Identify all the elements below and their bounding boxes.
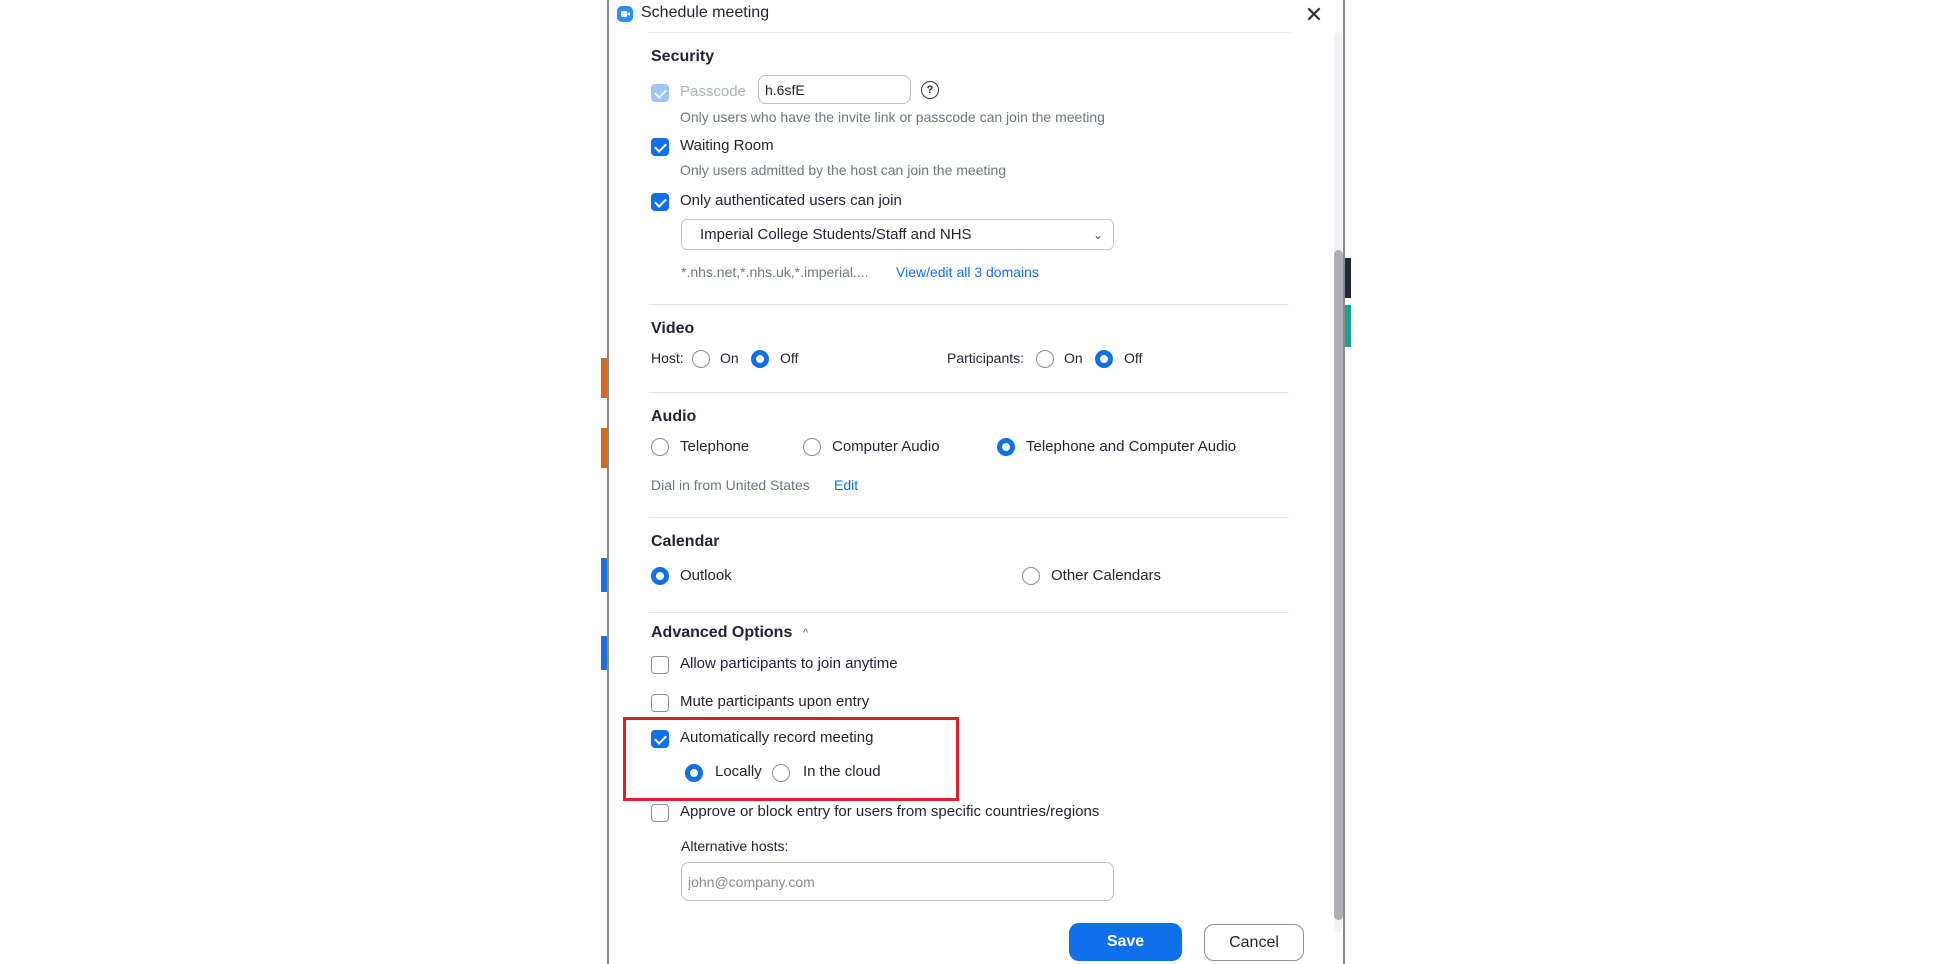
host-video-on-label: On — [720, 350, 739, 366]
host-video-label: Host: — [651, 350, 684, 366]
domains-text: *.nhs.net,*.nhs.uk,*.imperial.... — [681, 264, 869, 280]
audio-both-label: Telephone and Computer Audio — [1026, 438, 1237, 455]
alternative-hosts-input[interactable] — [681, 862, 1114, 901]
view-edit-domains-link[interactable]: View/edit all 3 domains — [896, 264, 1039, 280]
calendar-outlook-radio[interactable] — [651, 567, 669, 585]
record-cloud-radio[interactable] — [772, 764, 790, 782]
host-video-off-label: Off — [780, 350, 799, 366]
chevron-down-icon: ⌄ — [1092, 228, 1103, 242]
alternative-hosts-label: Alternative hosts: — [681, 838, 789, 854]
auto-record-label: Automatically record meeting — [680, 729, 874, 746]
chevron-up-icon[interactable]: ^ — [803, 627, 808, 639]
participants-video-label: Participants: — [947, 350, 1025, 366]
audio-computer-radio[interactable] — [803, 438, 821, 456]
participants-video-off-label: Off — [1124, 350, 1143, 366]
participants-video-off-radio[interactable] — [1095, 350, 1113, 368]
participants-video-on-label: On — [1064, 350, 1083, 366]
cancel-button[interactable]: Cancel — [1204, 924, 1304, 961]
background-window-strip — [1345, 305, 1351, 347]
scrollbar-thumb[interactable] — [1334, 250, 1343, 920]
calendar-other-label: Other Calendars — [1051, 567, 1162, 584]
waiting-room-label: Waiting Room — [680, 137, 774, 154]
audio-computer-label: Computer Audio — [832, 438, 940, 455]
host-video-on-radio[interactable] — [692, 350, 710, 368]
calendar-other-radio[interactable] — [1022, 567, 1040, 585]
authentication-profile-value: Imperial College Students/Staff and NHS — [700, 226, 972, 243]
allow-join-anytime-label: Allow participants to join anytime — [680, 655, 898, 672]
save-button[interactable]: Save — [1069, 923, 1182, 961]
authenticated-users-checkbox[interactable] — [651, 193, 669, 211]
security-heading: Security — [651, 48, 715, 65]
record-locally-label: Locally — [715, 763, 762, 780]
waiting-room-hint: Only users admitted by the host can join… — [680, 162, 1007, 178]
section-divider — [649, 392, 1289, 393]
mute-on-entry-checkbox[interactable] — [651, 694, 669, 712]
advanced-options-heading[interactable]: Advanced Options — [651, 624, 792, 642]
section-divider — [649, 517, 1289, 518]
allow-join-anytime-checkbox[interactable] — [651, 656, 669, 674]
zoom-camera-icon — [617, 6, 633, 22]
schedule-meeting-dialog: Schedule meeting ✕ Security Passcode ? O… — [607, 0, 1345, 964]
passcode-input[interactable] — [758, 75, 911, 104]
audio-telephone-label: Telephone — [680, 438, 750, 455]
mute-on-entry-label: Mute participants upon entry — [680, 693, 870, 710]
window-title: Schedule meeting — [641, 4, 770, 21]
record-locally-radio[interactable] — [685, 764, 703, 782]
video-heading: Video — [651, 320, 695, 337]
passcode-checkbox[interactable] — [651, 84, 669, 102]
audio-telephone-radio[interactable] — [651, 438, 669, 456]
dial-in-text: Dial in from United States — [651, 477, 810, 493]
auto-record-checkbox[interactable] — [651, 730, 669, 748]
calendar-outlook-label: Outlook — [680, 567, 732, 584]
passcode-label: Passcode — [680, 83, 746, 100]
close-icon[interactable]: ✕ — [1301, 2, 1327, 28]
header-divider — [649, 32, 1293, 33]
dial-in-edit-link[interactable]: Edit — [834, 477, 858, 493]
section-divider — [649, 612, 1289, 613]
participants-video-on-radio[interactable] — [1036, 350, 1054, 368]
passcode-hint: Only users who have the invite link or p… — [680, 109, 1105, 125]
approve-block-countries-checkbox[interactable] — [651, 804, 669, 822]
waiting-room-checkbox[interactable] — [651, 138, 669, 156]
record-cloud-label: In the cloud — [803, 763, 881, 780]
authenticated-users-label: Only authenticated users can join — [680, 192, 902, 209]
approve-block-countries-label: Approve or block entry for users from sp… — [680, 803, 1100, 820]
calendar-heading: Calendar — [651, 533, 720, 550]
authentication-profile-select[interactable]: Imperial College Students/Staff and NHS … — [681, 219, 1114, 250]
audio-both-radio[interactable] — [997, 438, 1015, 456]
background-window-strip — [1345, 258, 1351, 298]
host-video-off-radio[interactable] — [751, 350, 769, 368]
help-icon[interactable]: ? — [921, 81, 939, 99]
section-divider — [649, 304, 1289, 305]
audio-heading: Audio — [651, 408, 697, 425]
